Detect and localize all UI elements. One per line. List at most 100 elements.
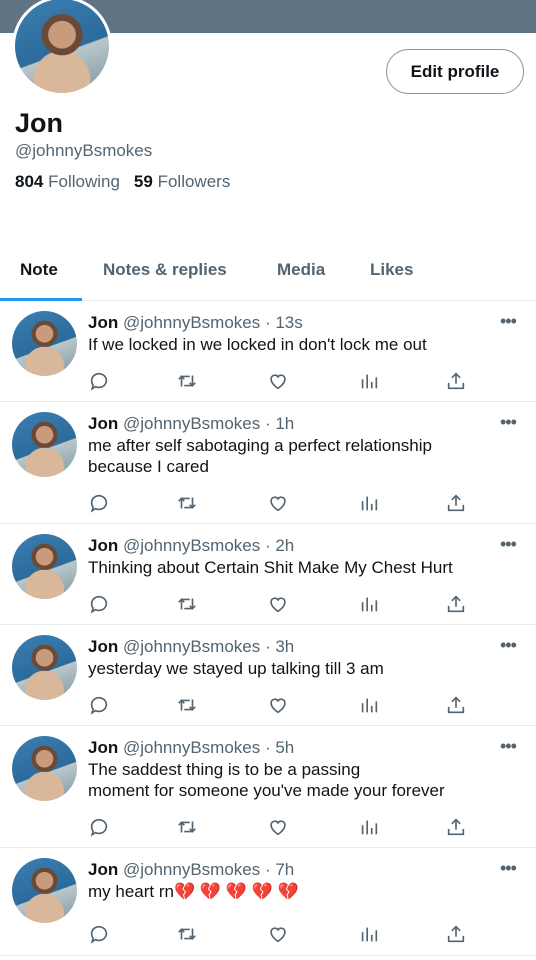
tweet[interactable]: Jon @johnnyBsmokes · 3h ••• yesterday we s…	[0, 625, 536, 726]
more-options-icon[interactable]: •••	[500, 635, 517, 656]
reply-icon[interactable]	[88, 492, 110, 514]
following-count: 804	[15, 172, 44, 191]
tweet-text: my heart rn💔 💔 💔 💔 💔	[88, 882, 299, 901]
tweet-text: The saddest thing is to be a passing mom…	[88, 760, 445, 800]
analytics-icon[interactable]	[358, 593, 380, 615]
share-icon[interactable]	[445, 923, 467, 945]
retweet-icon[interactable]	[176, 370, 198, 392]
tweet-header: Jon @johnnyBsmokes · 2h	[88, 536, 294, 556]
tweet-time: · 1h	[264, 414, 295, 433]
retweet-icon[interactable]	[176, 816, 198, 838]
tweet-text: yesterday we stayed up talking till 3 am	[88, 659, 384, 678]
tweet-time: · 2h	[264, 536, 295, 555]
profile-avatar[interactable]	[12, 0, 112, 96]
reply-icon[interactable]	[88, 370, 110, 392]
tweet-avatar[interactable]	[12, 412, 77, 477]
tweet-avatar[interactable]	[12, 858, 77, 923]
tweet-text: me after self sabotaging a perfect relat…	[88, 436, 432, 476]
tweet-author-name[interactable]: Jon	[88, 313, 118, 332]
reply-icon[interactable]	[88, 694, 110, 716]
like-icon[interactable]	[267, 593, 289, 615]
like-icon[interactable]	[267, 816, 289, 838]
tweet-author-handle: @johnnyBsmokes	[122, 414, 261, 433]
share-icon[interactable]	[445, 694, 467, 716]
reply-icon[interactable]	[88, 816, 110, 838]
tweet-text: Thinking about Certain Shit Make My Ches…	[88, 558, 453, 577]
tweet-author-handle: @johnnyBsmokes	[122, 536, 261, 555]
tweet-actions	[88, 593, 478, 615]
tweet-avatar[interactable]	[12, 311, 77, 376]
reply-icon[interactable]	[88, 593, 110, 615]
tweet-header: Jon @johnnyBsmokes · 3h	[88, 637, 294, 657]
tweet-author-name[interactable]: Jon	[88, 414, 118, 433]
tweet-author-name[interactable]: Jon	[88, 738, 118, 757]
tab-media[interactable]: Media	[277, 260, 325, 280]
retweet-icon[interactable]	[176, 694, 198, 716]
tab-note[interactable]: Note	[20, 260, 58, 280]
tweet[interactable]: Jon @johnnyBsmokes · 2h ••• Thinking about…	[0, 524, 536, 625]
followers-count: 59	[133, 172, 153, 191]
more-options-icon[interactable]: •••	[500, 858, 517, 879]
more-options-icon[interactable]: •••	[500, 534, 517, 555]
tweet-avatar[interactable]	[12, 534, 77, 599]
tweet-header: Jon @johnnyBsmokes · 1h	[88, 414, 294, 434]
reply-icon[interactable]	[88, 923, 110, 945]
share-icon[interactable]	[445, 370, 467, 392]
retweet-icon[interactable]	[176, 923, 198, 945]
retweet-icon[interactable]	[176, 492, 198, 514]
edit-profile-button[interactable]: Edit profile	[386, 49, 524, 94]
analytics-icon[interactable]	[358, 370, 380, 392]
following-label: Following	[48, 172, 120, 191]
tweet-header: Jon @johnnyBsmokes · 5h	[88, 738, 294, 758]
tweet-author-name[interactable]: Jon	[88, 536, 118, 555]
tweet-author-name[interactable]: Jon	[88, 637, 118, 656]
tweet-header: Jon @johnnyBsmokes · 13s	[88, 313, 303, 333]
tweet[interactable]: Jon @johnnyBsmokes · 13s ••• If we locked …	[0, 301, 536, 402]
share-icon[interactable]	[445, 816, 467, 838]
tweet-author-handle: @johnnyBsmokes	[122, 860, 261, 879]
followers-label: Followers	[157, 172, 231, 191]
tweet[interactable]: Jon @johnnyBsmokes · 7h ••• my heart rn💔 💔…	[0, 848, 536, 956]
analytics-icon[interactable]	[358, 694, 380, 716]
tweet-author-handle: @johnnyBsmokes	[122, 637, 261, 656]
more-options-icon[interactable]: •••	[500, 736, 517, 757]
tweet-text: If we locked in we locked in don't lock …	[88, 335, 427, 354]
tweet-header: Jon @johnnyBsmokes · 7h	[88, 860, 294, 880]
tweet-avatar[interactable]	[12, 736, 77, 801]
tweet[interactable]: Jon @johnnyBsmokes · 1h ••• me after self …	[0, 402, 536, 524]
like-icon[interactable]	[267, 492, 289, 514]
share-icon[interactable]	[445, 593, 467, 615]
tweet[interactable]: Jon @johnnyBsmokes · 5h ••• The saddest th…	[0, 726, 536, 848]
retweet-icon[interactable]	[176, 593, 198, 615]
tweet-author-handle: @johnnyBsmokes	[122, 738, 261, 757]
follow-stats: 804 Following 59 Followers	[15, 172, 230, 192]
analytics-icon[interactable]	[358, 492, 380, 514]
share-icon[interactable]	[445, 492, 467, 514]
tweet-author-handle: @johnnyBsmokes	[122, 313, 261, 332]
tweet-time: · 13s	[264, 313, 303, 332]
like-icon[interactable]	[267, 923, 289, 945]
more-options-icon[interactable]: •••	[500, 412, 517, 433]
tweet-actions	[88, 694, 478, 716]
analytics-icon[interactable]	[358, 923, 380, 945]
profile-name: Jon	[15, 108, 64, 138]
tweet-actions	[88, 816, 478, 838]
tweet-time: · 7h	[264, 860, 295, 879]
like-icon[interactable]	[267, 370, 289, 392]
following-link[interactable]: 804 Following	[15, 172, 120, 191]
profile-tabs: Note Notes & replies Media Likes	[0, 250, 536, 301]
tweet-avatar[interactable]	[12, 635, 77, 700]
tweet-time: · 3h	[264, 637, 295, 656]
tweet-actions	[88, 492, 478, 514]
more-options-icon[interactable]: •••	[500, 311, 517, 332]
tab-notes-replies[interactable]: Notes & replies	[103, 260, 227, 280]
profile-handle: @johnnyBsmokes	[15, 141, 153, 160]
tweet-time: · 5h	[264, 738, 295, 757]
followers-link[interactable]: 59 Followers	[134, 172, 230, 191]
tweet-author-name[interactable]: Jon	[88, 860, 118, 879]
like-icon[interactable]	[267, 694, 289, 716]
tab-likes[interactable]: Likes	[370, 260, 413, 280]
tweet-actions	[88, 370, 478, 392]
analytics-icon[interactable]	[358, 816, 380, 838]
tweet-actions	[88, 923, 478, 945]
